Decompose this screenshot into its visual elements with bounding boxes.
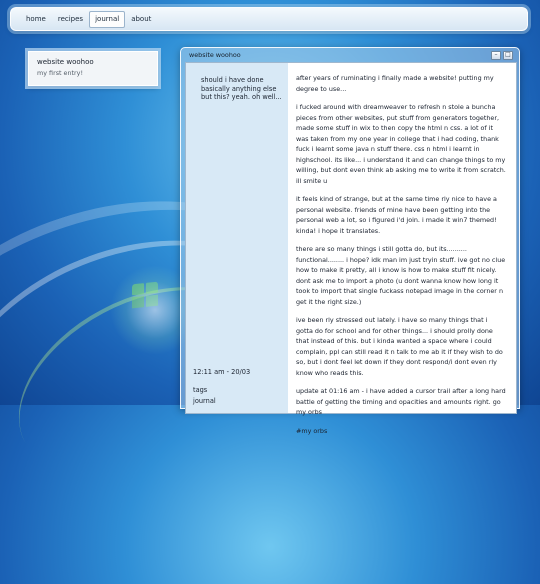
post-paragraph: update at 01:16 am - i have added a curs… bbox=[296, 387, 506, 416]
sidebar-entry-subtitle: my first entry! bbox=[37, 69, 84, 77]
post-paragraph: i fucked around with dreamweaver to refr… bbox=[296, 103, 506, 185]
sidebar-entry-card[interactable]: website woohoo my first entry! bbox=[28, 51, 158, 86]
post-paragraph: ive been rly stressed out lately. i have… bbox=[296, 316, 503, 377]
nav-about-link[interactable]: about bbox=[125, 11, 157, 28]
post-summary: should i have done basically anything el… bbox=[201, 76, 282, 101]
nav-journal-link[interactable]: journal bbox=[89, 11, 126, 28]
windows-logo-icon bbox=[132, 281, 158, 309]
tags-label: tags bbox=[193, 386, 208, 394]
nav-menu: home recipes journal about bbox=[20, 11, 157, 28]
maximize-button[interactable]: □ bbox=[503, 51, 513, 60]
post-paragraph: there are so many things i still gotta d… bbox=[296, 245, 506, 306]
tag-link[interactable]: journal bbox=[193, 397, 216, 405]
window-title: website woohoo bbox=[189, 51, 241, 59]
minimize-button[interactable]: – bbox=[491, 51, 501, 60]
post-hashtag: #my orbs bbox=[296, 426, 328, 435]
post-paragraph: after years of ruminating i finally made… bbox=[296, 74, 494, 93]
nav-recipes-link[interactable]: recipes bbox=[52, 11, 89, 28]
post-body: should i have done basically anything el… bbox=[185, 62, 517, 435]
sidebar-entry-title: website woohoo bbox=[37, 58, 94, 66]
post-paragraph: it feels kind of strange, but at the sam… bbox=[296, 195, 497, 235]
top-nav-bar: home recipes journal about bbox=[10, 7, 528, 31]
nav-home-link[interactable]: home bbox=[20, 11, 52, 28]
post-meta-column: should i have done basically anything el… bbox=[186, 63, 288, 413]
post-timestamp: 12:11 am - 20/03 bbox=[193, 368, 251, 376]
journal-post-window: website woohoo – □ should i have done ba… bbox=[180, 47, 520, 435]
post-content: after years of ruminating i finally made… bbox=[296, 73, 506, 444]
window-controls: – □ bbox=[491, 51, 513, 60]
